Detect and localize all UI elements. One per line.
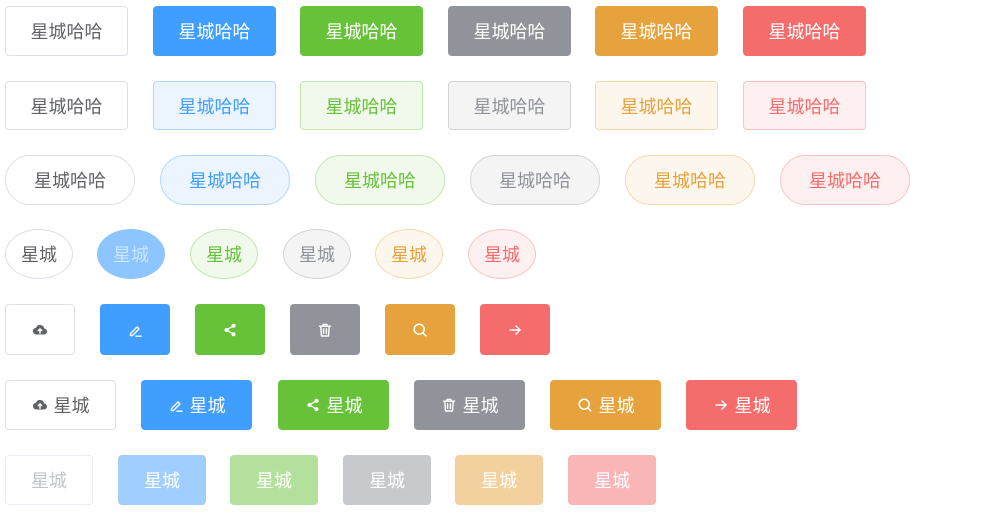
warning-disabled-button: 星城 xyxy=(455,455,543,505)
primary-button[interactable]: 星城哈哈 xyxy=(153,6,276,56)
danger-icon-button[interactable] xyxy=(480,304,550,355)
success-icon-button[interactable] xyxy=(195,304,265,355)
primary-round-button[interactable]: 星城哈哈 xyxy=(160,155,290,205)
button-label: 星城哈哈 xyxy=(34,171,106,192)
warning-circle-button[interactable]: 星城 xyxy=(375,229,443,279)
danger-button[interactable]: 星城哈哈 xyxy=(743,6,866,56)
primary-icon-button[interactable] xyxy=(100,304,170,355)
button-label: 星城哈哈 xyxy=(768,96,841,118)
info-disabled-button: 星城 xyxy=(343,455,431,505)
delete-icon xyxy=(317,322,333,338)
button-label: 星城哈哈 xyxy=(768,22,841,43)
danger-circle-button[interactable]: 星城 xyxy=(468,229,536,279)
success-button[interactable]: 星城哈哈 xyxy=(300,6,423,56)
success-circle-button[interactable]: 星城 xyxy=(190,229,258,279)
share-icon xyxy=(222,322,238,338)
default-round-button[interactable]: 星城哈哈 xyxy=(5,155,135,205)
search-icon xyxy=(412,322,428,338)
button-label: 星城 xyxy=(391,245,427,266)
button-label: 星城 xyxy=(144,471,180,492)
primary-icon-text-button[interactable]: 星城 xyxy=(141,380,252,430)
button-label: 星城哈哈 xyxy=(325,96,398,118)
search-icon xyxy=(577,397,593,413)
button-label: 星城哈哈 xyxy=(620,22,693,43)
info-icon-text-button[interactable]: 星城 xyxy=(414,380,525,430)
button-label: 星城 xyxy=(53,396,90,417)
info-plain-button[interactable]: 星城哈哈 xyxy=(448,81,571,130)
success-round-button[interactable]: 星城哈哈 xyxy=(315,155,445,205)
warning-button[interactable]: 星城哈哈 xyxy=(595,6,718,56)
button-label: 星城 xyxy=(598,396,635,417)
info-round-button[interactable]: 星城哈哈 xyxy=(470,155,600,205)
danger-plain-button[interactable]: 星城哈哈 xyxy=(743,81,866,130)
default-plain-button[interactable]: 星城哈哈 xyxy=(5,81,128,130)
button-label: 星城 xyxy=(256,471,292,492)
button-label: 星城 xyxy=(113,245,149,266)
info-icon-button[interactable] xyxy=(290,304,360,355)
button-label: 星城哈哈 xyxy=(325,22,398,43)
arrow-right-icon xyxy=(713,397,729,413)
button-label: 星城哈哈 xyxy=(620,96,693,118)
primary-circle-button: 星城 xyxy=(97,229,165,279)
success-plain-button[interactable]: 星城哈哈 xyxy=(300,81,423,130)
button-label: 星城 xyxy=(462,396,499,417)
default-disabled-button: 星城 xyxy=(5,455,93,505)
default-icon-text-button[interactable]: 星城 xyxy=(5,380,116,430)
button-label: 星城哈哈 xyxy=(654,171,726,192)
danger-icon-text-button[interactable]: 星城 xyxy=(686,380,797,430)
button-label: 星城哈哈 xyxy=(189,171,261,192)
success-icon-text-button[interactable]: 星城 xyxy=(278,380,389,430)
warning-plain-button[interactable]: 星城哈哈 xyxy=(595,81,718,130)
edit-icon xyxy=(127,322,143,338)
button-label: 星城 xyxy=(326,396,363,417)
danger-disabled-button: 星城 xyxy=(568,455,656,505)
button-label: 星城 xyxy=(31,471,67,492)
button-label: 星城 xyxy=(594,471,630,492)
warning-icon-button[interactable] xyxy=(385,304,455,355)
button-label: 星城哈哈 xyxy=(499,171,571,192)
button-label: 星城哈哈 xyxy=(473,22,546,43)
button-label: 星城哈哈 xyxy=(30,22,103,43)
info-button[interactable]: 星城哈哈 xyxy=(448,6,571,56)
button-label: 星城哈哈 xyxy=(30,96,103,118)
success-disabled-button: 星城 xyxy=(230,455,318,505)
default-icon-button[interactable] xyxy=(5,304,75,355)
button-label: 星城 xyxy=(189,396,226,417)
button-label: 星城哈哈 xyxy=(344,171,416,192)
warning-icon-text-button[interactable]: 星城 xyxy=(550,380,661,430)
warning-round-button[interactable]: 星城哈哈 xyxy=(625,155,755,205)
button-label: 星城 xyxy=(481,471,517,492)
button-label: 星城哈哈 xyxy=(809,171,881,192)
info-circle-button[interactable]: 星城 xyxy=(283,229,351,279)
button-label: 星城哈哈 xyxy=(178,96,251,118)
arrow-right-icon xyxy=(507,322,523,338)
button-label: 星城 xyxy=(484,245,520,266)
button-label: 星城 xyxy=(206,245,242,266)
button-label: 星城哈哈 xyxy=(178,22,251,43)
upload-cloud-icon xyxy=(32,322,48,338)
default-button[interactable]: 星城哈哈 xyxy=(5,6,128,56)
delete-icon xyxy=(441,397,457,413)
danger-round-button[interactable]: 星城哈哈 xyxy=(780,155,910,205)
button-label: 星城 xyxy=(299,245,335,266)
primary-disabled-button: 星城 xyxy=(118,455,206,505)
button-label: 星城 xyxy=(369,471,405,492)
share-icon xyxy=(305,397,321,413)
primary-plain-button[interactable]: 星城哈哈 xyxy=(153,81,276,130)
upload-cloud-icon xyxy=(32,397,48,413)
button-label: 星城 xyxy=(21,245,57,266)
default-circle-button[interactable]: 星城 xyxy=(5,229,73,279)
button-label: 星城 xyxy=(734,396,771,417)
edit-icon xyxy=(168,397,184,413)
button-label: 星城哈哈 xyxy=(473,96,546,118)
